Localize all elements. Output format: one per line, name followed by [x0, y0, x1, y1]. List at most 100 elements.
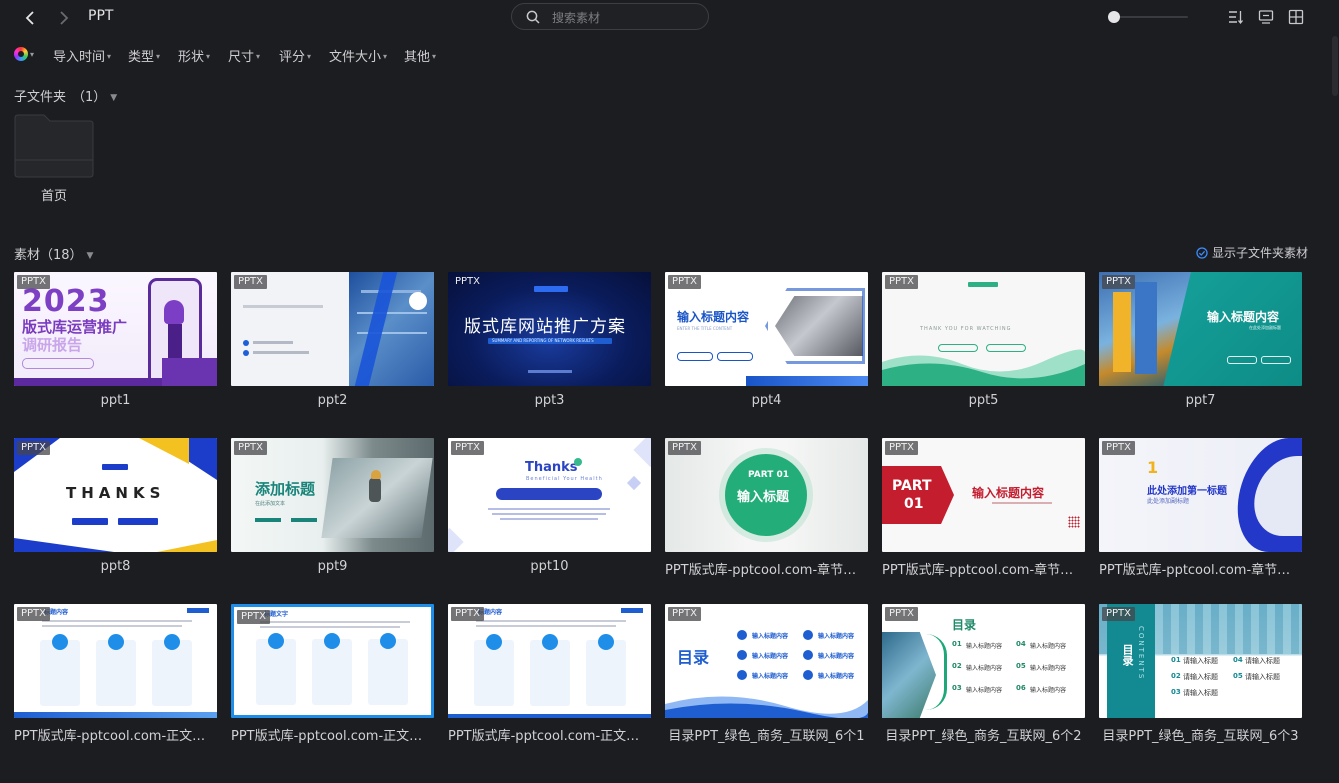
asset-label: PPT版式库-pptcool.com-章节页-... — [882, 563, 1085, 578]
asset-item[interactable]: 输入标题内容 在此处添加副标题 PPTX ppt7 — [1099, 272, 1302, 408]
asset-label: ppt8 — [100, 559, 131, 574]
asset-thumbnail: THANK YOU FOR WATCHING PPTX — [882, 272, 1085, 386]
chevron-down-icon: ▾ — [107, 52, 112, 61]
asset-thumbnail: PART 01 输入标题 PPTX — [665, 438, 868, 552]
file-type-badge: PPTX — [234, 441, 268, 455]
asset-thumbnail: 目录 输入标题内容 输入标题内容 输入标题内容 输入标题内容 输入标题内容 输入… — [665, 604, 868, 718]
file-type-badge: PPTX — [1102, 275, 1136, 289]
asset-label: PPT版式库-pptcool.com-章节页-... — [1099, 563, 1302, 578]
thumbnail-size-slider[interactable] — [1108, 10, 1190, 24]
file-type-badge: PPTX — [237, 610, 271, 624]
filter-other[interactable]: 其他 ▾ — [404, 46, 436, 65]
asset-item[interactable]: Thanks Beneficial Your Health PPTX ppt10 — [448, 438, 651, 574]
asset-item[interactable]: 标题内容 PPTX PPT版式库-pptcool.com-正文页-... — [448, 604, 651, 744]
folder-label[interactable]: 首页 — [14, 185, 94, 204]
chevron-down-icon: ▾ — [30, 49, 35, 59]
asset-label: PPT版式库-pptcool.com-正文页-... — [231, 729, 434, 744]
sort-icon[interactable] — [1228, 9, 1244, 25]
asset-label: ppt2 — [317, 393, 348, 408]
asset-item[interactable]: THANKS PPTX ppt8 — [14, 438, 217, 574]
color-wheel-icon — [14, 47, 28, 61]
asset-item[interactable]: 版式库网站推广方案 SUMMARY AND REPORTING OF NETWO… — [448, 272, 651, 408]
asset-label: ppt10 — [530, 559, 569, 574]
subfolder-heading[interactable]: 子文件夹 （1） ▼ — [14, 86, 117, 105]
asset-item[interactable]: 标题文字 PPTX PPT版式库-pptcool.com-正文页-... — [231, 604, 434, 744]
asset-thumbnail: 标题内容 PPTX — [14, 604, 217, 718]
asset-label: PPT版式库-pptcool.com-正文页-... — [14, 729, 217, 744]
filter-rating[interactable]: 评分 ▾ — [279, 46, 311, 65]
asset-thumbnail: 1 此处添加第一标题 此处添加副标题 PPTX — [1099, 438, 1302, 552]
asset-thumbnail: 标题内容 PPTX — [448, 604, 651, 718]
asset-item[interactable]: PART 01 输入标题 PPTX PPT版式库-pptcool.com-章节页… — [665, 438, 868, 578]
top-bar: PPT — [0, 0, 1339, 34]
chevron-down-icon: ▾ — [307, 52, 312, 61]
caret-down-icon: ▼ — [110, 93, 118, 103]
layout-icon[interactable] — [1288, 9, 1304, 25]
asset-item[interactable]: 添加标题 在此添加文本 PPTX ppt9 — [231, 438, 434, 574]
asset-item[interactable]: 目录 输入标题内容 输入标题内容 输入标题内容 输入标题内容 输入标题内容 输入… — [665, 604, 868, 744]
search-box[interactable] — [511, 3, 709, 30]
forward-button[interactable] — [54, 8, 74, 28]
color-filter[interactable]: ▾ — [14, 47, 34, 61]
file-type-badge: PPTX — [451, 441, 485, 455]
wave-decoration — [882, 349, 1085, 386]
asset-item[interactable]: 目录 01 输入标题内容 04 输入标题内容 02 输入标题内容 05 输入标题… — [882, 604, 1085, 744]
file-type-badge: PPTX — [1102, 607, 1136, 621]
file-type-badge: PPTX — [451, 607, 485, 621]
asset-label: ppt9 — [317, 559, 348, 574]
asset-item[interactable]: 标题内容 PPTX PPT版式库-pptcool.com-正文页-... — [14, 604, 217, 744]
asset-thumbnail: 2023 版式库运营推广 调研报告 PPTX — [14, 272, 217, 386]
file-type-badge: PPTX — [1102, 441, 1136, 455]
asset-item[interactable]: THANK YOU FOR WATCHING PPTX ppt5 — [882, 272, 1085, 408]
chevron-down-icon: ▾ — [432, 52, 437, 61]
asset-label: PPT版式库-pptcool.com-正文页-... — [448, 729, 651, 744]
asset-thumbnail: 添加标题 在此添加文本 PPTX — [231, 438, 434, 552]
asset-item[interactable]: 输入标题内容 ENTER THE TITLE CONTENT PPTX ppt4 — [665, 272, 868, 408]
asset-thumbnail: PART 01 输入标题内容 PPTX — [882, 438, 1085, 552]
asset-label: ppt5 — [968, 393, 999, 408]
asset-label: 目录PPT_绿色_商务_互联网_6个3 — [1102, 729, 1299, 744]
show-subfolder-assets-toggle[interactable]: 显示子文件夹素材 — [1196, 244, 1308, 261]
file-type-badge: PPTX — [885, 441, 919, 455]
asset-thumbnail: 目录 CONTENTS 01 请输入标题 04 请输入标题 02 请输入标题 0… — [1099, 604, 1302, 718]
vertical-scrollbar[interactable] — [1329, 0, 1339, 783]
asset-label: ppt1 — [100, 393, 131, 408]
chevron-down-icon: ▾ — [156, 52, 161, 61]
filter-size[interactable]: 尺寸 ▾ — [228, 46, 260, 65]
file-type-badge: PPTX — [668, 441, 702, 455]
search-icon — [526, 10, 540, 24]
asset-item[interactable]: 1 此处添加第一标题 此处添加副标题 PPTX PPT版式库-pptcool.c… — [1099, 438, 1302, 578]
search-input[interactable] — [550, 8, 704, 28]
asset-thumbnail: 版式库网站推广方案 SUMMARY AND REPORTING OF NETWO… — [448, 272, 651, 386]
asset-label: 目录PPT_绿色_商务_互联网_6个2 — [885, 729, 1082, 744]
file-type-badge: PPTX — [455, 276, 481, 287]
scrollbar-thumb[interactable] — [1332, 36, 1338, 96]
file-type-badge: PPTX — [885, 275, 919, 289]
slider-knob[interactable] — [1108, 11, 1120, 23]
wave-decoration — [665, 696, 868, 718]
chevron-down-icon: ▾ — [206, 52, 211, 61]
asset-thumbnail: Thanks Beneficial Your Health PPTX — [448, 438, 651, 552]
filter-file-size[interactable]: 文件大小 ▾ — [329, 46, 387, 65]
back-button[interactable] — [20, 8, 40, 28]
folder-title: PPT — [88, 8, 114, 24]
folder-icon[interactable] — [14, 114, 94, 178]
file-type-badge: PPTX — [668, 275, 702, 289]
preview-icon[interactable] — [1258, 9, 1274, 25]
filter-type[interactable]: 类型 ▾ — [128, 46, 160, 65]
asset-item[interactable]: 2023 版式库运营推广 调研报告 PPTX ppt1 — [14, 272, 217, 408]
asset-thumbnail: 标题文字 PPTX — [231, 604, 434, 718]
chevron-down-icon: ▾ — [256, 52, 261, 61]
asset-item[interactable]: 目录 CONTENTS 01 请输入标题 04 请输入标题 02 请输入标题 0… — [1099, 604, 1302, 744]
asset-item[interactable]: PART 01 输入标题内容 PPTX PPT版式库-pptcool.com-章… — [882, 438, 1085, 578]
filter-bar: ▾ 导入时间 ▾ 类型 ▾ 形状 ▾ 尺寸 ▾ 评分 ▾ 文件大小 ▾ 其他 ▾ — [0, 42, 1339, 68]
asset-label: ppt3 — [534, 393, 565, 408]
asset-label: PPT版式库-pptcool.com-章节页-... — [665, 563, 868, 578]
asset-item[interactable]: PPTX ppt2 — [231, 272, 434, 408]
assets-heading[interactable]: 素材（18） ▼ — [14, 244, 93, 263]
file-type-badge: PPTX — [668, 607, 702, 621]
filter-import-time[interactable]: 导入时间 ▾ — [53, 46, 111, 65]
check-circle-icon — [1196, 246, 1208, 259]
filter-shape[interactable]: 形状 ▾ — [178, 46, 210, 65]
file-type-badge: PPTX — [17, 275, 51, 289]
